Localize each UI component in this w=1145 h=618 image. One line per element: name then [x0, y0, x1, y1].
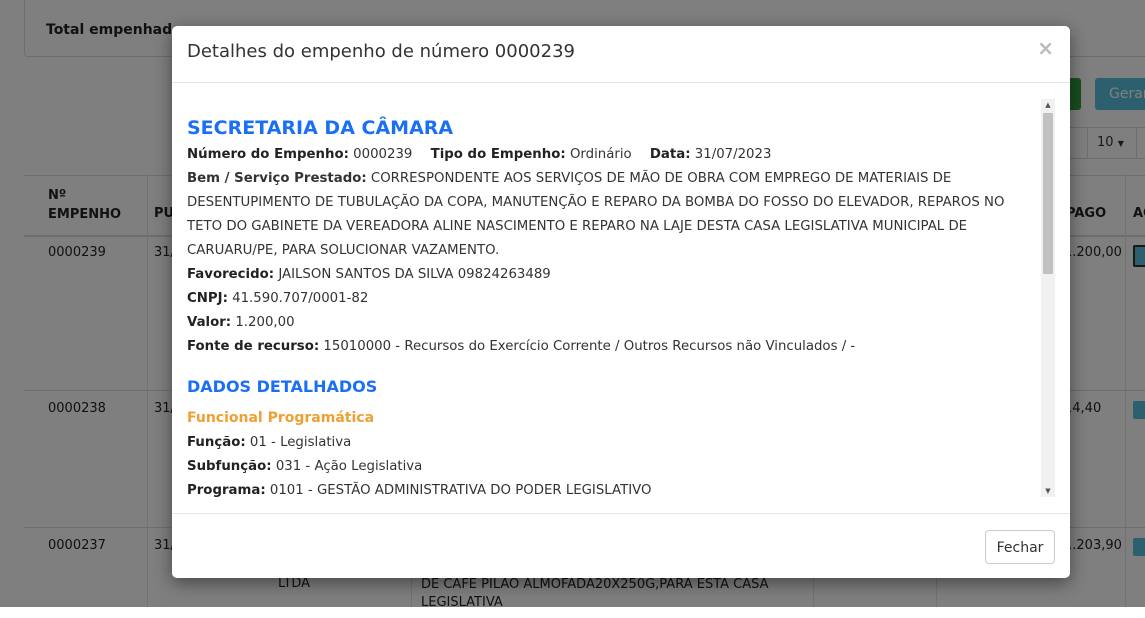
fechar-button[interactable]: Fechar [985, 530, 1055, 564]
empenho-summary-line: Número do Empenho: 0000239 Tipo do Empen… [187, 143, 771, 167]
scroll-up-arrow-icon[interactable]: ▲ [1041, 99, 1055, 111]
favorecido-value: JAILSON SANTOS DA SILVA 09824263489 [278, 267, 551, 282]
scrollbar[interactable]: ▲ ▼ [1041, 99, 1055, 497]
valor-value: 1.200,00 [235, 315, 295, 330]
programa-label: Programa: [187, 483, 266, 498]
bem-label: Bem / Serviço Prestado: [187, 171, 367, 186]
scroll-down-arrow-icon[interactable]: ▼ [1041, 485, 1055, 497]
favorecido-line: Favorecido: JAILSON SANTOS DA SILVA 0982… [187, 263, 551, 287]
tipo-label: Tipo do Empenho: [430, 147, 566, 162]
funcao-line: Função: 01 - Legislativa [187, 431, 351, 455]
fonte-value: 15010000 - Recursos do Exercício Corrent… [323, 339, 856, 354]
fonte-label: Fonte de recurso: [187, 339, 320, 354]
fonte-line: Fonte de recurso: 15010000 - Recursos do… [187, 335, 855, 359]
numero-label: Número do Empenho: [187, 147, 349, 162]
bem-servico-paragraph: Bem / Serviço Prestado: CORRESPONDENTE A… [187, 167, 1037, 263]
secretaria-heading: SECRETARIA DA CÂMARA [187, 117, 454, 139]
numero-value: 0000239 [353, 147, 413, 162]
programa-value: 0101 - GESTÃO ADMINISTRATIVA DO PODER LE… [269, 483, 652, 498]
close-icon[interactable]: × [1037, 38, 1054, 58]
funcional-heading: Funcional Programática [187, 410, 375, 426]
empenho-details-modal: Detalhes do empenho de número 0000239 × … [172, 26, 1070, 578]
cnpj-value: 41.590.707/0001-82 [232, 291, 369, 306]
scrollbar-thumb[interactable] [1043, 113, 1053, 274]
cnpj-label: CNPJ: [187, 291, 228, 306]
modal-footer: Fechar [172, 513, 1070, 578]
valor-label: Valor: [187, 315, 232, 330]
modal-header: Detalhes do empenho de número 0000239 × [172, 26, 1070, 83]
details-scroll-area[interactable]: SECRETARIA DA CÂMARA Número do Empenho: … [187, 99, 1042, 511]
subfuncao-line: Subfunção: 031 - Ação Legislativa [187, 455, 422, 479]
subfuncao-value: 031 - Ação Legislativa [275, 459, 423, 474]
data-value: 31/07/2023 [694, 147, 772, 162]
funcao-label: Função: [187, 435, 246, 450]
favorecido-label: Favorecido: [187, 267, 275, 282]
valor-line: Valor: 1.200,00 [187, 311, 295, 335]
modal-title: Detalhes do empenho de número 0000239 [187, 41, 575, 62]
subfuncao-label: Subfunção: [187, 459, 272, 474]
data-label: Data: [649, 147, 691, 162]
programa-line: Programa: 0101 - GESTÃO ADMINISTRATIVA D… [187, 479, 651, 503]
funcao-value: 01 - Legislativa [249, 435, 352, 450]
tipo-value: Ordinário [569, 147, 632, 162]
modal-body: SECRETARIA DA CÂMARA Número do Empenho: … [172, 83, 1070, 513]
cnpj-line: CNPJ: 41.590.707/0001-82 [187, 287, 368, 311]
dados-detalhados-heading: DADOS DETALHADOS [187, 377, 378, 396]
